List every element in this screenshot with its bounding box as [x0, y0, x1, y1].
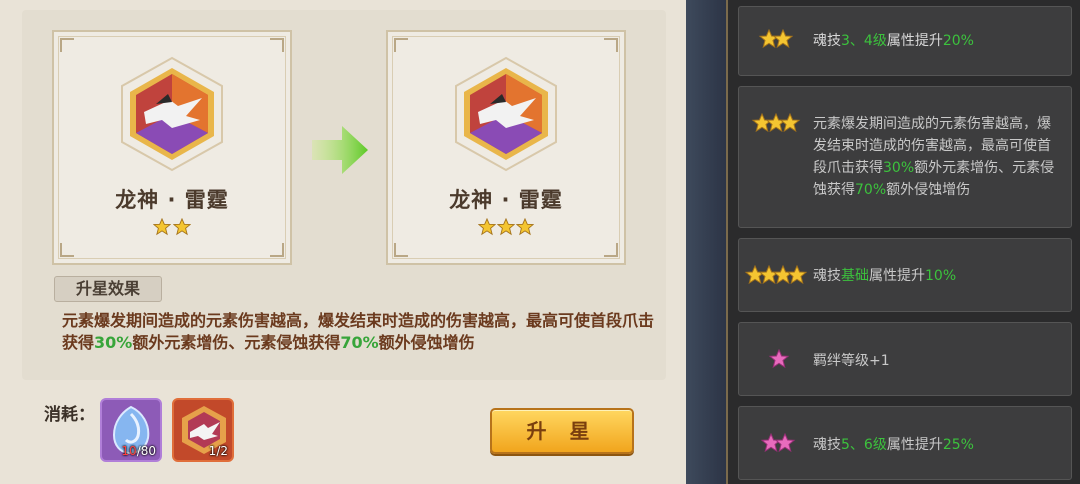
cost-label: 消耗：	[44, 405, 95, 425]
corner-decoration	[604, 243, 618, 257]
effect-text-part: 额外元素增伤、元素侵蚀获得	[132, 333, 341, 352]
pink-star-icon	[768, 349, 790, 369]
star-level-row: 魂技3、4级属性提升20%	[738, 6, 1072, 76]
effect-highlight: 30%	[94, 333, 133, 352]
star-level-description: 魂技5、6级属性提升25%	[813, 434, 1059, 456]
card-stars	[388, 218, 624, 240]
star-effects-list: 魂技3、4级属性提升20% 元素爆发期间造成的元素伤害越高，爆发结束时造成的伤害…	[726, 0, 1080, 484]
card-after: 龙神 · 雷霆	[386, 30, 626, 265]
gold-star-icon	[153, 218, 172, 236]
dragon-thunder-emblem-icon	[121, 56, 223, 172]
corner-decoration	[604, 38, 618, 52]
desc-highlight: 20%	[942, 33, 974, 49]
upgrade-star-button[interactable]: 升 星	[490, 408, 634, 454]
corner-decoration	[394, 243, 408, 257]
desc-text: 魂技	[813, 268, 841, 284]
effect-text-part: 元素爆发期间造成的元素伤害越高，爆发结束时造成的伤害越高	[62, 311, 511, 330]
effect-description: 元素爆发期间造成的元素伤害越高，爆发结束时造成的伤害越高，最高可使首段爪击获得3…	[62, 310, 662, 354]
desc-text: 羁绊等级+1	[813, 353, 890, 369]
effect-highlight: 70%	[340, 333, 379, 352]
dragon-thunder-emblem-icon	[455, 56, 557, 172]
background-divider	[686, 0, 726, 484]
gold-star-icon	[516, 218, 535, 236]
item-required-count: /80	[136, 444, 156, 458]
corner-decoration	[60, 243, 74, 257]
three-gold-stars-icon	[751, 113, 801, 133]
desc-highlight: 5、6级	[841, 437, 887, 453]
card-before: 龙神 · 雷霆	[52, 30, 292, 265]
desc-highlight: 30%	[883, 160, 915, 176]
desc-highlight: 基础	[841, 268, 869, 284]
corner-decoration	[270, 38, 284, 52]
upgrade-panel: 龙神 · 雷霆 龙神 · 雷霆 升星效果 元素爆发期间造成的元素伤害越高，爆发结…	[0, 0, 686, 484]
corner-decoration	[270, 243, 284, 257]
gold-star-icon	[477, 218, 496, 236]
item-owned-count: 10	[121, 444, 137, 458]
star-level-row: 魂技5、6级属性提升25%	[738, 406, 1072, 480]
desc-text: 属性提升	[886, 33, 943, 49]
star-level-description: 魂技3、4级属性提升20%	[813, 30, 1059, 52]
star-level-description: 羁绊等级+1	[813, 350, 1059, 372]
item-count: 10/80	[121, 444, 156, 458]
desc-text: 属性提升	[869, 268, 925, 284]
four-gold-stars-icon	[745, 265, 807, 285]
star-level-row: 元素爆发期间造成的元素伤害越高，爆发结束时造成的伤害越高，最高可使首段爪击获得3…	[738, 86, 1072, 228]
desc-text: 魂技	[813, 33, 841, 49]
cost-item-crystal[interactable]: 10/80	[100, 398, 162, 462]
gold-star-icon	[497, 218, 515, 236]
card-name: 龙神 · 雷霆	[449, 188, 563, 212]
desc-text: 属性提升	[886, 437, 943, 453]
two-pink-stars-icon	[760, 433, 796, 453]
item-count: 1/2	[209, 444, 228, 458]
corner-decoration	[60, 38, 74, 52]
desc-text: 额外侵蚀增伤	[886, 182, 971, 198]
gold-star-icon	[172, 218, 191, 236]
cost-item-emblem[interactable]: 1/2	[172, 398, 234, 462]
desc-highlight: 3、4级	[841, 33, 887, 49]
desc-highlight: 70%	[855, 182, 887, 198]
star-level-description: 元素爆发期间造成的元素伤害越高，爆发结束时造成的伤害越高，最高可使首段爪击获得3…	[813, 113, 1059, 201]
item-required-count: /2	[216, 444, 228, 458]
desc-highlight: 25%	[942, 437, 974, 453]
star-level-row: 羁绊等级+1	[738, 322, 1072, 396]
star-level-description: 魂技基础属性提升10%	[813, 265, 1059, 287]
effect-text-part: 额外侵蚀增伤	[378, 333, 475, 352]
desc-text: 魂技	[813, 437, 841, 453]
effect-tag: 升星效果	[54, 276, 162, 302]
star-level-row: 魂技基础属性提升10%	[738, 238, 1072, 312]
card-name: 龙神 · 雷霆	[115, 188, 229, 212]
card-stars	[54, 218, 290, 240]
green-arrow-icon	[312, 126, 368, 174]
desc-highlight: 10%	[925, 268, 957, 284]
two-gold-stars-icon	[758, 29, 794, 49]
corner-decoration	[394, 38, 408, 52]
